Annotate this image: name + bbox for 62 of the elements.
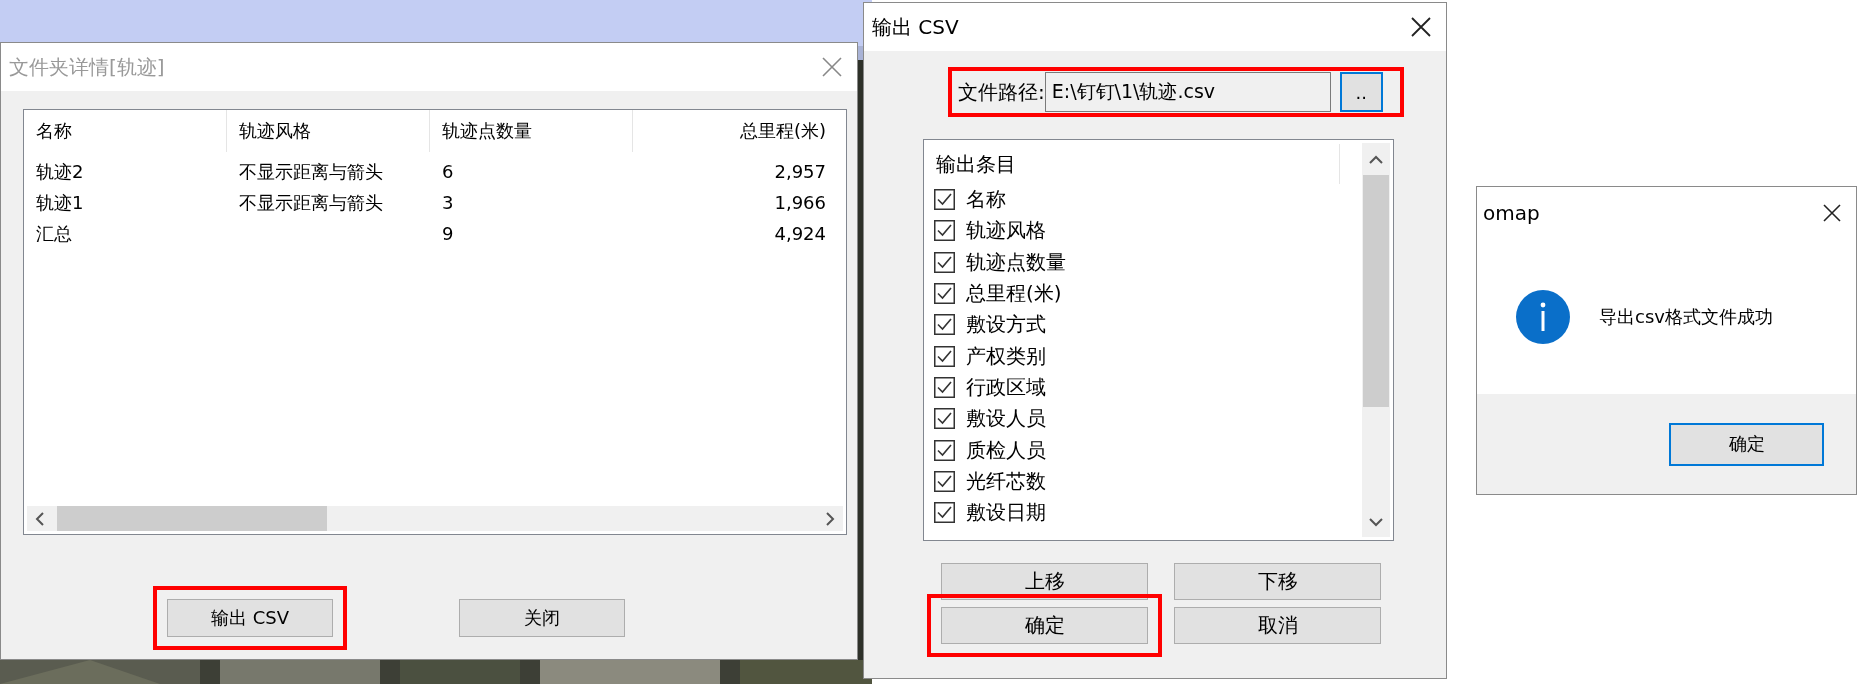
field-label: 敷设人员	[966, 405, 1046, 433]
close-icon[interactable]	[1410, 16, 1432, 38]
table-cell-text: 4,924	[773, 223, 827, 244]
checkbox[interactable]	[934, 314, 955, 336]
ok-button[interactable]: 确定	[1669, 422, 1824, 466]
field-label: 名称	[966, 186, 1006, 214]
checkbox[interactable]	[934, 470, 955, 492]
scrollbar-thumb[interactable]	[57, 506, 327, 531]
checkbox[interactable]	[934, 345, 955, 367]
checkbox[interactable]	[934, 408, 955, 430]
table-cell-text: 6	[441, 161, 455, 182]
horizontal-scrollbar[interactable]	[27, 506, 843, 531]
checkbox[interactable]	[934, 502, 955, 524]
checkbox[interactable]	[934, 376, 955, 398]
window-title: 文件夹详情[轨迹]	[9, 53, 165, 81]
field-label: 敷设方式	[966, 311, 1046, 339]
scroll-down-icon[interactable]	[1369, 517, 1383, 527]
field-label: 行政区域	[966, 373, 1046, 401]
scrollbar-thumb[interactable]	[1363, 175, 1389, 407]
table-cell-text: 2,957	[773, 161, 827, 182]
field-label: 轨迹风格	[966, 217, 1046, 245]
message-text: 导出csv格式文件成功	[1599, 304, 1773, 329]
column-header[interactable]: 输出条目	[936, 150, 1016, 178]
table-cell-text: 轨迹1	[35, 190, 85, 215]
scroll-left-icon[interactable]	[35, 511, 45, 526]
field-label: 质检人员	[966, 436, 1046, 464]
checkbox[interactable]	[934, 439, 955, 461]
dialog-button[interactable]: 下移	[1174, 563, 1381, 600]
table-cell-text: 9	[441, 223, 455, 244]
checkbox[interactable]	[934, 283, 955, 305]
scroll-up-icon[interactable]	[1369, 155, 1383, 165]
dialog-button[interactable]: 关闭	[459, 599, 625, 637]
table-cell-text: 1,966	[773, 192, 827, 213]
field-label: 敷设日期	[966, 499, 1046, 527]
checkbox[interactable]	[934, 189, 955, 211]
field-label: 总里程(米)	[966, 280, 1062, 308]
column-header[interactable]: 轨迹点数量	[430, 110, 633, 152]
table-cell-text: 不显示距离与箭头	[238, 190, 384, 215]
scroll-right-icon[interactable]	[825, 511, 835, 526]
field-label: 轨迹点数量	[966, 248, 1066, 276]
checkbox[interactable]	[934, 220, 955, 242]
path-label: 文件路径:	[958, 78, 1045, 106]
info-icon	[1515, 288, 1571, 345]
table-cell-text: 3	[441, 192, 455, 213]
dialog-button[interactable]: 确定	[941, 607, 1148, 644]
window-title: 输出 CSV	[872, 13, 959, 41]
column-header[interactable]: 总里程(米)	[633, 110, 838, 152]
table-cell-text: 不显示距离与箭头	[238, 159, 384, 184]
path-field[interactable]: E:\钉钉\1\轨迹.csv	[1044, 72, 1331, 112]
table-cell-text: 轨迹2	[35, 159, 85, 184]
column-header[interactable]: 轨迹风格	[227, 110, 430, 152]
checkbox[interactable]	[934, 251, 955, 273]
close-icon[interactable]	[1822, 203, 1842, 223]
column-header[interactable]: 名称	[24, 110, 227, 152]
field-label: 光纤芯数	[966, 467, 1046, 495]
field-label: 产权类别	[966, 342, 1046, 370]
browse-button[interactable]: ..	[1339, 72, 1383, 112]
window-title: omap	[1483, 201, 1540, 225]
dialog-button[interactable]: 输出 CSV	[167, 599, 333, 637]
table-cell-text: 汇总	[35, 221, 73, 246]
dialog-button[interactable]: 取消	[1174, 607, 1381, 644]
vertical-scrollbar[interactable]	[1362, 143, 1390, 537]
